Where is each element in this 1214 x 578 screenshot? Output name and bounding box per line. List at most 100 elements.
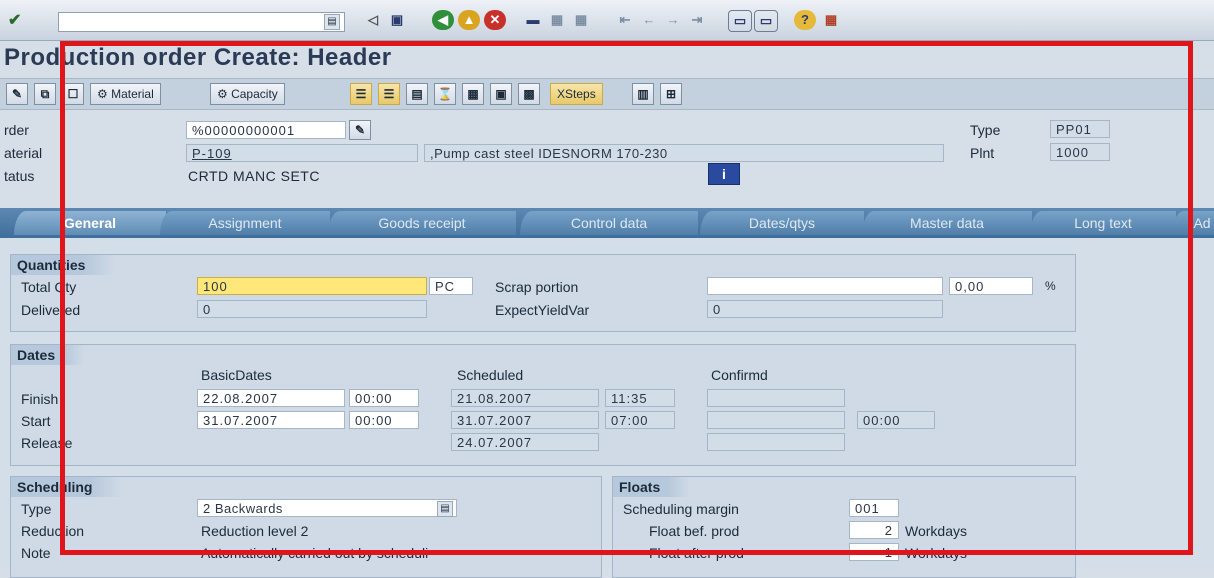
layout-icon[interactable]: ▦ [820,10,842,30]
capacity-button[interactable]: ⚙ Capacity [210,83,285,105]
basic-start-date[interactable]: 31.07.2007 [197,411,345,429]
scheduling-margin-field[interactable]: 001 [849,499,899,517]
exit-icon[interactable]: ▲ [458,10,480,30]
back-arrow-icon[interactable]: ◁ [362,10,384,30]
reduction-label: Reduction [21,523,85,539]
tab-content-general: Quantities Total Qty 100 PC Scrap portio… [0,238,1214,578]
command-input[interactable] [59,14,322,30]
unit-field[interactable]: PC [429,277,473,295]
display-icon[interactable]: ✎ [6,83,28,105]
last-page-icon[interactable]: ⇥ [686,10,708,30]
scrap-input[interactable] [707,277,943,295]
material-description: ,Pump cast steel IDESNORM 170-230 [424,144,944,162]
tab-assignment[interactable]: Assignment [160,211,330,235]
plant-field[interactable]: 1000 [1050,143,1110,161]
help-icon[interactable]: ? [794,10,816,30]
operations-icon[interactable]: ☰ [350,83,372,105]
tab-long-text[interactable]: Long text [1030,211,1176,235]
float-after-label: Float after prod [649,545,744,561]
basic-start-time[interactable]: 00:00 [349,411,419,429]
conf-release-date [707,433,845,451]
floats-title: Floats [613,477,691,497]
conf-start-date [707,411,845,429]
tab-master-data[interactable]: Master data [862,211,1032,235]
application-toolbar: ✎ ⧉ ☐ ⚙ Material ⚙ Capacity ☰ ☰ ▤ ⌛ ▦ ▣ … [0,78,1214,110]
total-qty-label: Total Qty [21,279,77,295]
sched-finish-time: 11:35 [605,389,675,407]
xsteps-button[interactable]: XSteps [550,83,603,105]
status-value: CRTD MANC SETC [188,168,320,184]
floats-group: Floats Scheduling margin 001 Float bef. … [612,476,1076,578]
yield-field: 0 [707,300,943,318]
scheduled-header: Scheduled [457,367,524,383]
page-title: Production order Create: Header [4,44,392,71]
copy-icon[interactable]: ⧉ [34,83,56,105]
total-qty-input[interactable]: 100 [197,277,427,295]
scheduling-type-dropdown-icon[interactable]: ▤ [437,501,453,517]
delivered-field: 0 [197,300,427,318]
yield-label: ExpectYieldVar [495,302,590,318]
tab-control-data[interactable]: Control data [520,211,698,235]
scheduling-type-select[interactable]: 2 Backwards [197,499,457,517]
float-after-unit: Workdays [905,545,967,561]
back-icon[interactable]: ◀ [432,10,454,30]
trigger-icon[interactable]: ▩ [518,83,540,105]
quantities-title: Quantities [11,255,116,275]
delivered-label: Delivered [21,302,81,318]
costs-icon[interactable]: ▦ [462,83,484,105]
tab-general[interactable]: General [14,211,166,235]
print-icon[interactable]: ▬ [522,10,544,30]
float-before-unit: Workdays [905,523,967,539]
cancel-icon[interactable]: ✕ [484,10,506,30]
scheduling-group: Scheduling Type 2 Backwards ▤ Reduction … [10,476,602,578]
tab-more[interactable]: Ad [1172,211,1214,235]
save-icon[interactable]: ▣ [386,10,408,30]
prev-page-icon[interactable]: ← [638,10,660,30]
plant-label: Plnt [970,145,995,161]
order-field[interactable]: %00000000001 [186,121,346,139]
material-field[interactable]: P-109 [186,144,418,162]
float-after-field[interactable]: 1 [849,543,899,561]
order-type-field[interactable]: PP01 [1050,120,1110,138]
edit-order-icon[interactable]: ✎ [349,120,371,140]
command-field[interactable]: ▤ [58,12,345,32]
quantities-group: Quantities Total Qty 100 PC Scrap portio… [10,254,1076,332]
documents-icon[interactable]: ▤ [406,83,428,105]
overview-icon[interactable]: ☐ [62,83,84,105]
material-button[interactable]: ⚙ Material [90,83,161,105]
tab-dates-qtys[interactable]: Dates/qtys [700,211,864,235]
find-next-icon[interactable]: ▦ [570,10,592,30]
release-icon[interactable]: ▣ [490,83,512,105]
material-label: aterial [4,145,43,161]
info-icon[interactable]: i [708,163,740,185]
release-label: Release [21,435,73,451]
scrap-label: Scrap portion [495,279,579,295]
dates-title: Dates [11,345,86,365]
order-label: rder [4,122,29,138]
table-icon[interactable]: ▥ [632,83,654,105]
capacity-icon: ⚙ [217,87,232,101]
tab-goods-receipt[interactable]: Goods receipt [328,211,516,235]
conf-finish-date [707,389,845,407]
float-before-field[interactable]: 2 [849,521,899,539]
new-session-icon[interactable]: ▭ [728,10,752,32]
schedule-icon[interactable]: ⌛ [434,83,456,105]
confirmed-header: Confirmd [711,367,768,383]
percent-sign: % [1045,279,1056,293]
note-label: Note [21,545,51,561]
conf-start-time: 00:00 [857,411,935,429]
sap-check-icon[interactable]: ✔ [8,10,30,30]
structure-icon[interactable]: ⊞ [660,83,682,105]
status-label: tatus [4,168,35,184]
scrap-percent-input[interactable]: 0,00 [949,277,1033,295]
next-page-icon[interactable]: → [662,10,684,30]
basic-dates-header: BasicDates [201,367,272,383]
basic-finish-date[interactable]: 22.08.2007 [197,389,345,407]
first-page-icon[interactable]: ⇤ [614,10,636,30]
basic-finish-time[interactable]: 00:00 [349,389,419,407]
scheduling-margin-label: Scheduling margin [623,501,739,517]
sequences-icon[interactable]: ☰ [378,83,400,105]
find-icon[interactable]: ▦ [546,10,568,30]
shortcut-icon[interactable]: ▭ [754,10,778,32]
command-dropdown-icon[interactable]: ▤ [324,14,340,30]
